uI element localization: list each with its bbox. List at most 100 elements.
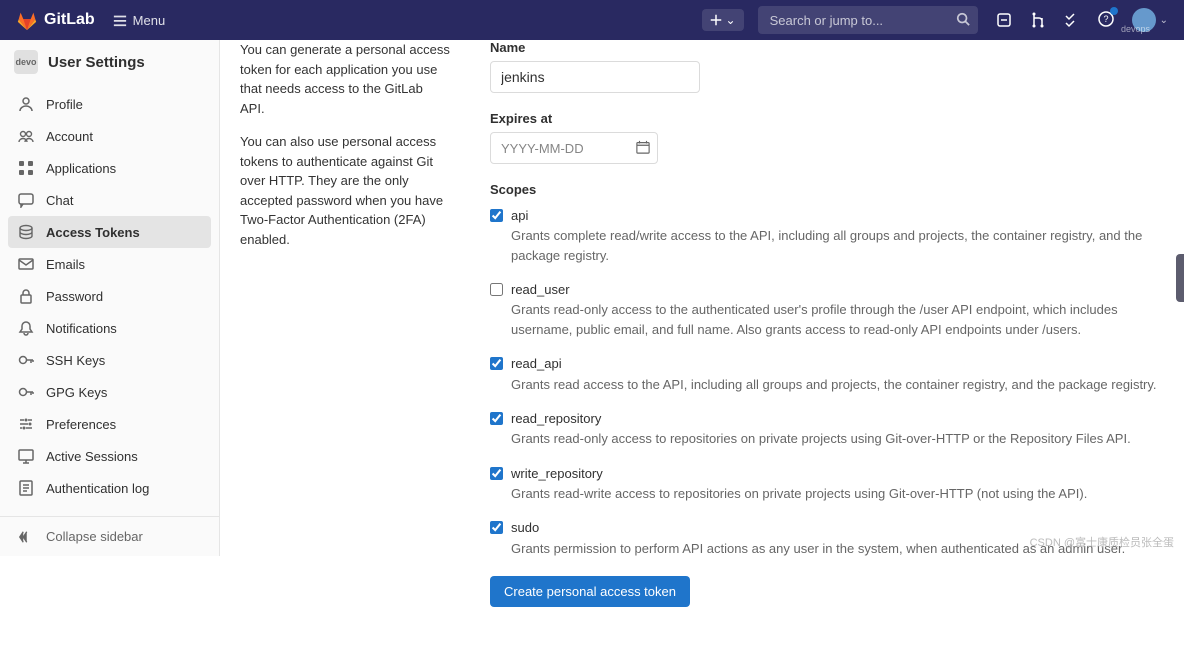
sidebar-item-label: Password — [46, 289, 103, 304]
scope-name: read_api — [511, 355, 1164, 373]
scope-checkbox-read_repository[interactable] — [490, 412, 503, 425]
chevron-down-icon: ⌄ — [726, 13, 736, 27]
sidebar-item-applications[interactable]: Applications — [8, 152, 211, 184]
sidebar-item-profile[interactable]: Profile — [8, 88, 211, 120]
preferences-icon — [18, 416, 34, 432]
scope-description: Grants read access to the API, including… — [511, 375, 1164, 395]
profile-icon — [18, 96, 34, 112]
global-search — [758, 6, 978, 34]
scope-row-read_user: read_userGrants read-only access to the … — [490, 281, 1164, 339]
sidebar-title: User Settings — [48, 54, 145, 71]
plus-icon — [710, 14, 722, 26]
svg-text:?: ? — [1103, 14, 1108, 24]
search-icon — [956, 12, 970, 26]
authentication-log-icon — [18, 480, 34, 496]
description-column: You can generate a personal access token… — [240, 40, 450, 607]
sidebar-item-emails[interactable]: Emails — [8, 248, 211, 280]
gpg-keys-icon — [18, 384, 34, 400]
scope-description: Grants read-only access to the authentic… — [511, 300, 1164, 339]
token-name-input[interactable] — [490, 61, 700, 93]
sidebar-item-label: Account — [46, 129, 93, 144]
watermark: CSDN @富士康质检员张全蛋 — [1030, 534, 1174, 550]
scope-checkbox-sudo[interactable] — [490, 521, 503, 534]
expires-input[interactable] — [490, 132, 658, 164]
emails-icon — [18, 256, 34, 272]
sidebar-item-access-tokens[interactable]: Access Tokens — [8, 216, 211, 248]
user-menu[interactable]: ⌄ devops — [1132, 8, 1168, 32]
sidebar-item-ssh-keys[interactable]: SSH Keys — [8, 344, 211, 376]
scopes-label: Scopes — [490, 182, 1164, 197]
scope-name: write_repository — [511, 465, 1164, 483]
applications-icon — [18, 160, 34, 176]
gitlab-logo-icon — [16, 9, 38, 31]
notifications-icon — [18, 320, 34, 336]
sidebar-item-label: Active Sessions — [46, 449, 138, 464]
sidebar-item-account[interactable]: Account — [8, 120, 211, 152]
collapse-label: Collapse sidebar — [46, 529, 143, 544]
hamburger-icon — [113, 13, 127, 27]
sidebar-item-label: Emails — [46, 257, 85, 272]
scope-description: Grants read-write access to repositories… — [511, 484, 1164, 504]
collapse-sidebar[interactable]: Collapse sidebar — [0, 516, 219, 556]
nav-icons: ? ⌄ devops — [996, 8, 1168, 32]
account-icon — [18, 128, 34, 144]
side-handle[interactable] — [1176, 254, 1184, 302]
sidebar-item-notifications[interactable]: Notifications — [8, 312, 211, 344]
issues-icon[interactable] — [996, 12, 1012, 28]
password-icon — [18, 288, 34, 304]
sidebar-item-password[interactable]: Password — [8, 280, 211, 312]
sidebar-nav: Profile Account Applications Chat Access Tok… — [0, 84, 219, 516]
brand-label: GitLab — [44, 11, 95, 29]
chevron-down-icon: ⌄ — [1160, 15, 1168, 26]
calendar-icon[interactable] — [636, 140, 650, 154]
sidebar-item-preferences[interactable]: Preferences — [8, 408, 211, 440]
scope-row-read_repository: read_repositoryGrants read-only access t… — [490, 410, 1164, 449]
description-p1: You can generate a personal access token… — [240, 40, 450, 118]
sidebar-item-active-sessions[interactable]: Active Sessions — [8, 440, 211, 472]
menu-button[interactable]: Menu — [113, 13, 166, 28]
scope-row-write_repository: write_repositoryGrants read-write access… — [490, 465, 1164, 504]
create-token-button[interactable]: Create personal access token — [490, 576, 690, 607]
sidebar-context[interactable]: devo User Settings — [0, 40, 219, 84]
scopes-list: apiGrants complete read/write access to … — [490, 207, 1164, 558]
sidebar-item-label: Chat — [46, 193, 73, 208]
help-dropdown[interactable]: ? — [1098, 11, 1114, 30]
scope-checkbox-read_user[interactable] — [490, 283, 503, 296]
notification-dot — [1110, 7, 1118, 15]
brand[interactable]: GitLab — [16, 9, 95, 31]
sidebar-item-label: Authentication log — [46, 481, 149, 496]
sidebar-item-label: Notifications — [46, 321, 117, 336]
description-p2: You can also use personal access tokens … — [240, 132, 450, 249]
menu-label: Menu — [133, 13, 166, 28]
merge-requests-icon[interactable] — [1030, 12, 1046, 28]
scope-checkbox-api[interactable] — [490, 209, 503, 222]
scope-description: Grants complete read/write access to the… — [511, 226, 1164, 265]
sidebar: devo User Settings Profile Account Applica… — [0, 40, 220, 556]
sidebar-item-authentication-log[interactable]: Authentication log — [8, 472, 211, 504]
sidebar-item-label: Profile — [46, 97, 83, 112]
collapse-icon — [18, 530, 32, 544]
sidebar-item-label: Access Tokens — [46, 225, 140, 240]
search-input[interactable] — [758, 6, 978, 34]
scope-name: api — [511, 207, 1164, 225]
form-column: Name Expires at Scopes apiGrants complet… — [490, 40, 1164, 607]
sidebar-item-label: SSH Keys — [46, 353, 105, 368]
scope-checkbox-write_repository[interactable] — [490, 467, 503, 480]
scope-name: read_repository — [511, 410, 1164, 428]
sidebar-item-gpg-keys[interactable]: GPG Keys — [8, 376, 211, 408]
chat-icon — [18, 192, 34, 208]
scope-checkbox-read_api[interactable] — [490, 357, 503, 370]
user-name-label: devops — [1121, 24, 1150, 34]
sidebar-item-chat[interactable]: Chat — [8, 184, 211, 216]
sidebar-item-label: Applications — [46, 161, 116, 176]
scope-name: read_user — [511, 281, 1164, 299]
name-label: Name — [490, 40, 1164, 55]
new-dropdown[interactable]: ⌄ — [702, 9, 744, 31]
active-sessions-icon — [18, 448, 34, 464]
sidebar-item-label: Preferences — [46, 417, 116, 432]
top-nav: GitLab Menu ⌄ ? ⌄ devops — [0, 0, 1184, 40]
todos-icon[interactable] — [1064, 12, 1080, 28]
sidebar-item-label: GPG Keys — [46, 385, 107, 400]
ssh-keys-icon — [18, 352, 34, 368]
context-avatar: devo — [14, 50, 38, 74]
